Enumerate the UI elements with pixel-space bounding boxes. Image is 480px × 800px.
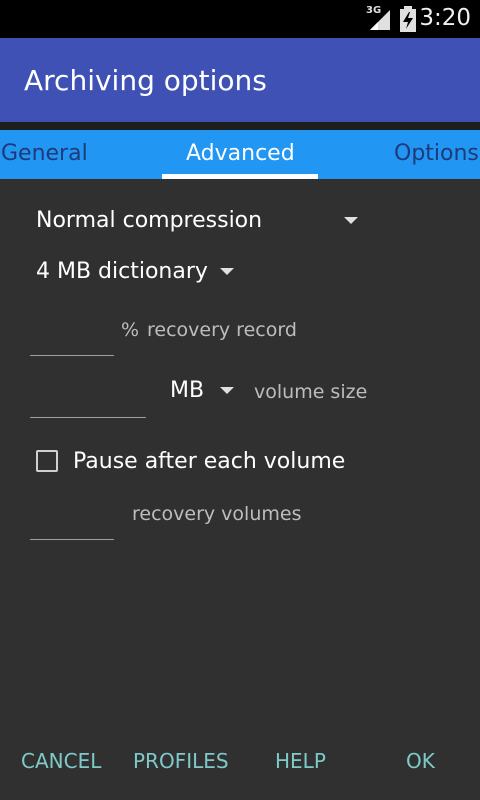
page-title: Archiving options <box>24 64 267 97</box>
dropdown-arrow-icon <box>220 268 234 275</box>
compression-dropdown[interactable]: Normal compression <box>36 208 366 238</box>
dropdown-arrow-icon <box>220 387 234 394</box>
pause-after-volume-checkbox[interactable] <box>36 450 58 472</box>
dictionary-selected: 4 MB dictionary <box>36 259 208 284</box>
active-tab-indicator <box>162 174 318 179</box>
recovery-volumes-label: recovery volumes <box>132 503 302 525</box>
tab-general[interactable]: General <box>1 141 88 166</box>
recovery-volumes-input[interactable] <box>30 506 114 540</box>
volume-unit-dropdown[interactable]: MB <box>170 378 240 408</box>
ok-button[interactable]: OK <box>406 749 435 773</box>
profiles-button[interactable]: PROFILES <box>133 749 229 773</box>
volume-size-label: volume size <box>254 381 368 403</box>
tab-bar: General Advanced Options <box>0 130 480 179</box>
cancel-button[interactable]: CANCEL <box>21 749 101 773</box>
pause-after-volume-label[interactable]: Pause after each volume <box>73 449 345 474</box>
help-button[interactable]: HELP <box>275 749 326 773</box>
percent-unit: % <box>121 319 140 341</box>
recovery-record-label: recovery record <box>147 319 297 341</box>
volume-size-input[interactable] <box>30 384 146 418</box>
dropdown-arrow-icon <box>344 217 358 224</box>
title-divider <box>0 122 480 130</box>
signal-icon <box>370 10 390 30</box>
compression-selected: Normal compression <box>36 208 263 233</box>
volume-unit-selected: MB <box>170 378 205 403</box>
tab-options[interactable]: Options <box>394 141 479 166</box>
status-bar: 3G 3:20 <box>0 0 480 38</box>
dictionary-dropdown[interactable]: 4 MB dictionary <box>36 259 236 289</box>
recovery-record-input[interactable] <box>30 322 114 356</box>
tab-advanced[interactable]: Advanced <box>186 141 295 166</box>
battery-charging-icon <box>400 6 416 32</box>
title-bar: Archiving options <box>0 38 480 122</box>
clock: 3:20 <box>419 5 471 31</box>
